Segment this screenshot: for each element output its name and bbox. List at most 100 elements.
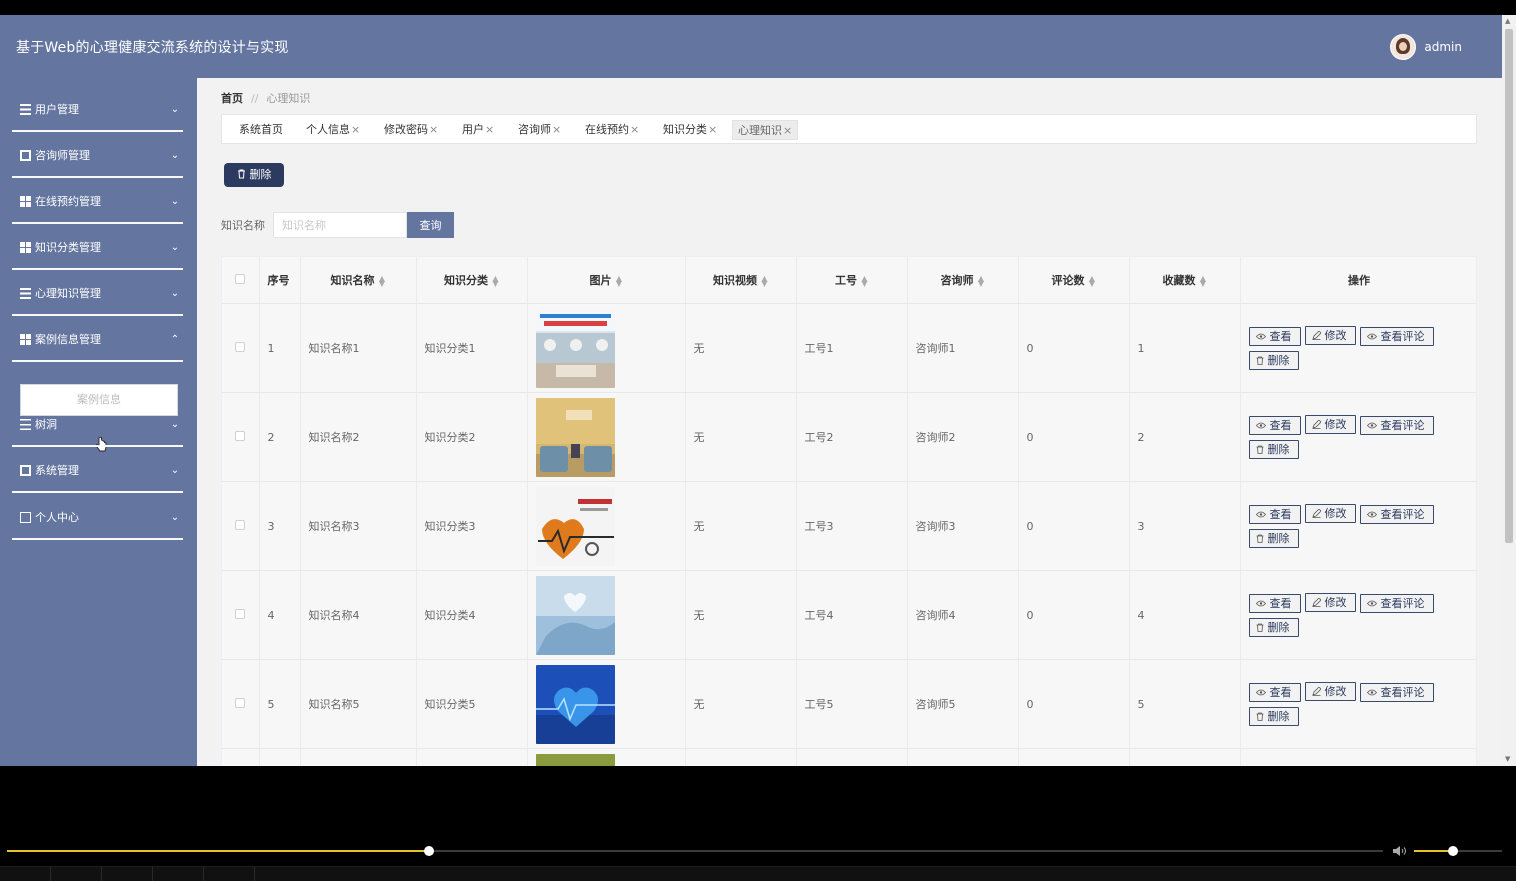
- player-control[interactable]: [204, 867, 255, 881]
- sidebar-item-system-management[interactable]: 系统管理 ⌄: [12, 447, 183, 493]
- edit-icon: [1311, 597, 1321, 607]
- table-row: 4 知识名称4 知识分类4 无工号4 咨询师4 0 4 查看 修改 查看评论 删除: [222, 570, 1476, 660]
- tab-personal-info[interactable]: 个人信息×: [301, 120, 365, 140]
- col-image[interactable]: 图片 ▲ ▼: [527, 257, 686, 304]
- view-comments-button[interactable]: 查看评论: [1359, 415, 1434, 435]
- sidebar-item-counselor-management[interactable]: 咨询师管理 ⌄: [12, 132, 183, 178]
- close-icon[interactable]: ×: [552, 123, 561, 136]
- player-control[interactable]: [102, 867, 153, 881]
- close-icon[interactable]: ×: [351, 123, 360, 136]
- knowledge-image[interactable]: [535, 397, 615, 477]
- player-control[interactable]: [0, 867, 51, 881]
- card-icon: [20, 511, 31, 523]
- sort-icon[interactable]: ▲ ▼: [616, 275, 623, 288]
- col-favorites[interactable]: 收藏数 ▲ ▼: [1129, 257, 1241, 304]
- sort-icon[interactable]: ▲ ▼: [379, 275, 386, 288]
- view-button[interactable]: 查看: [1248, 593, 1301, 613]
- search-button[interactable]: 查询: [407, 212, 454, 238]
- col-counselor[interactable]: 咨询师 ▲ ▼: [907, 257, 1019, 304]
- delete-button[interactable]: 删除: [1248, 706, 1299, 726]
- vertical-scrollbar[interactable]: ▲ ▼: [1502, 15, 1516, 766]
- volume-icon[interactable]: [1392, 844, 1408, 858]
- view-comments-button[interactable]: 查看评论: [1359, 682, 1434, 702]
- tab-home[interactable]: 系统首页: [234, 120, 288, 140]
- close-icon[interactable]: ×: [783, 124, 792, 137]
- progress-slider[interactable]: [7, 846, 1383, 856]
- col-staff-no[interactable]: 工号 ▲ ▼: [796, 257, 908, 304]
- sort-icon[interactable]: ▲ ▼: [1200, 275, 1207, 288]
- close-icon[interactable]: ×: [708, 123, 717, 136]
- view-button[interactable]: 查看: [1248, 504, 1301, 524]
- tab-appointment[interactable]: 在线预约×: [580, 120, 644, 140]
- sidebar-item-appointment-management[interactable]: 在线预约管理 ⌄: [12, 178, 183, 224]
- sidebar-item-tree-hole[interactable]: 树洞 ⌄: [12, 401, 183, 447]
- breadcrumb-home[interactable]: 首页: [221, 92, 243, 105]
- tab-counselor[interactable]: 咨询师×: [513, 120, 566, 140]
- knowledge-image[interactable]: [535, 664, 615, 744]
- edit-button[interactable]: 修改: [1304, 592, 1356, 612]
- col-name[interactable]: 知识名称 ▲ ▼: [300, 257, 417, 304]
- sort-icon[interactable]: ▲ ▼: [492, 275, 499, 288]
- row-checkbox[interactable]: [235, 430, 246, 441]
- view-button[interactable]: 查看: [1248, 326, 1301, 346]
- volume-slider[interactable]: [1414, 846, 1502, 856]
- sidebar-item-case-management[interactable]: 案例信息管理 ⌃: [12, 316, 183, 362]
- delete-button[interactable]: 删除: [1248, 439, 1299, 459]
- scrollbar-thumb[interactable]: [1505, 29, 1513, 543]
- scroll-up-icon[interactable]: ▲: [1505, 17, 1510, 25]
- sort-icon[interactable]: ▲ ▼: [978, 275, 985, 288]
- edit-button[interactable]: 修改: [1304, 414, 1356, 434]
- row-checkbox[interactable]: [235, 519, 246, 530]
- player-control[interactable]: [153, 867, 204, 881]
- knowledge-image[interactable]: [535, 575, 615, 655]
- tab-change-password[interactable]: 修改密码×: [379, 120, 443, 140]
- col-category[interactable]: 知识分类 ▲ ▼: [416, 257, 528, 304]
- close-icon[interactable]: ×: [485, 123, 494, 136]
- delete-button[interactable]: 删除: [1248, 350, 1299, 370]
- edit-button[interactable]: 修改: [1304, 325, 1356, 345]
- delete-button[interactable]: 删除: [1248, 617, 1299, 637]
- sort-icon[interactable]: ▲ ▼: [761, 275, 768, 288]
- main-content: 首页//心理知识 系统首页 个人信息× 修改密码× 用户× 咨询师× 在线预约×…: [197, 78, 1502, 766]
- player-control[interactable]: [51, 867, 102, 881]
- view-comments-button[interactable]: 查看评论: [1359, 504, 1434, 524]
- tab-knowledge-category[interactable]: 知识分类×: [658, 120, 722, 140]
- row-checkbox[interactable]: [235, 608, 246, 619]
- sidebar-item-category-management[interactable]: 知识分类管理 ⌄: [12, 224, 183, 270]
- delete-button[interactable]: 删除: [1248, 528, 1299, 548]
- knowledge-image[interactable]: [535, 308, 615, 388]
- tab-user[interactable]: 用户×: [457, 120, 499, 140]
- sidebar-item-knowledge-management[interactable]: 心理知识管理 ⌄: [12, 270, 183, 316]
- sort-icon[interactable]: ▲ ▼: [861, 275, 868, 288]
- knowledge-image[interactable]: [535, 486, 615, 566]
- avatar[interactable]: [1390, 34, 1417, 60]
- view-button[interactable]: 查看: [1248, 682, 1301, 702]
- close-icon[interactable]: ×: [429, 123, 438, 136]
- breadcrumb-current: 心理知识: [266, 92, 311, 105]
- eye-icon: [1366, 422, 1377, 428]
- view-comments-button[interactable]: 查看评论: [1359, 326, 1434, 346]
- sort-icon[interactable]: ▲ ▼: [1089, 275, 1096, 288]
- col-comments[interactable]: 评论数 ▲ ▼: [1018, 257, 1130, 304]
- close-icon[interactable]: ×: [630, 123, 639, 136]
- batch-delete-button[interactable]: 删除: [224, 163, 284, 187]
- knowledge-image[interactable]: [535, 753, 615, 767]
- search-input[interactable]: [273, 212, 407, 238]
- tab-label: 心理知识: [738, 124, 782, 137]
- view-button[interactable]: 查看: [1248, 415, 1301, 435]
- progress-handle[interactable]: [424, 846, 435, 856]
- volume-handle[interactable]: [1447, 846, 1458, 856]
- sidebar-item-personal-center[interactable]: 个人中心 ⌄: [12, 494, 183, 540]
- edit-button[interactable]: 修改: [1304, 503, 1356, 523]
- sidebar-item-user-management[interactable]: 用户管理 ⌄: [12, 86, 183, 132]
- view-comments-button[interactable]: 查看评论: [1359, 593, 1434, 613]
- row-checkbox[interactable]: [235, 697, 246, 708]
- cell-image: [527, 570, 686, 660]
- tab-psych-knowledge[interactable]: 心理知识×: [732, 120, 799, 140]
- col-video[interactable]: 知识视频 ▲ ▼: [685, 257, 797, 304]
- edit-button[interactable]: 修改: [1304, 681, 1356, 701]
- user-menu[interactable]: admin: [1390, 34, 1462, 60]
- scroll-down-icon[interactable]: ▼: [1505, 755, 1510, 763]
- row-checkbox[interactable]: [235, 341, 246, 352]
- select-all-checkbox[interactable]: [235, 273, 246, 284]
